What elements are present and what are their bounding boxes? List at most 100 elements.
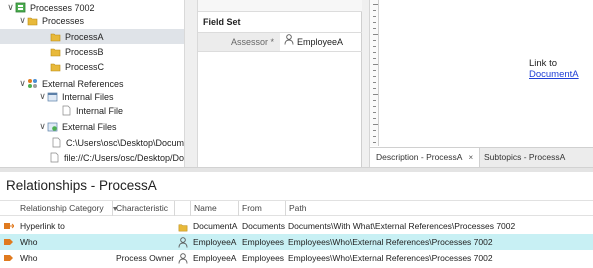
ruler-tick (373, 52, 376, 53)
ruler-tick (373, 34, 378, 35)
who-icon (4, 238, 14, 248)
table-row[interactable]: Who EmployeeA Employees Employees\Who\Ex… (0, 234, 593, 250)
tree-node-label: ProcessB (65, 46, 104, 57)
file-icon (49, 152, 60, 163)
navigation-tree: ∨ Processes 7002 ∨ Processes ProcessA Pr… (0, 0, 184, 167)
close-icon[interactable]: × (468, 153, 473, 162)
field-set-panel: Field Set Assessor * EmployeeA (198, 0, 362, 167)
tree-node-label: Processes 7002 (30, 2, 95, 13)
ruler-tick (373, 142, 376, 143)
category-cell: Who (20, 237, 38, 247)
description-panel: Link to DocumentA Description - ProcessA… (370, 0, 593, 167)
tab-label: Subtopics - ProcessA (484, 152, 566, 162)
process-model-icon (15, 2, 26, 13)
field-set-title: Field Set (203, 17, 241, 27)
ruler-tick (373, 58, 376, 59)
external-files-icon (47, 121, 58, 132)
tree-scrollbar[interactable] (184, 0, 198, 167)
chevron-down-icon[interactable]: ∨ (38, 121, 47, 132)
tree-node-internal-file[interactable]: Internal File (0, 103, 184, 118)
ruler-tick (373, 70, 376, 71)
link-prefix: Link to (529, 58, 557, 69)
table-row[interactable]: Who Process Owner EmployeeA Employees Em… (0, 250, 593, 266)
column-header-characteristic[interactable]: Characteristic (112, 201, 174, 216)
description-editor[interactable]: Link to DocumentA (384, 0, 593, 146)
tree-node-processes[interactable]: ∨ Processes (0, 13, 184, 28)
ruler-tick (373, 10, 376, 11)
ruler-tick (373, 136, 376, 137)
name-cell: DocumentA (193, 221, 238, 231)
tree-node-label: External Files (62, 121, 117, 132)
column-header-path[interactable]: Path (285, 201, 593, 216)
column-header-icon[interactable] (174, 201, 190, 216)
name-cell: EmployeeA (193, 237, 237, 247)
from-cell: Documents (242, 221, 285, 231)
name-cell: EmployeeA (193, 253, 237, 263)
external-references-icon (27, 78, 38, 89)
ruler-tick (373, 76, 376, 77)
tree-node-external-file-1[interactable]: C:\Users\osc\Desktop\Docum (0, 135, 184, 150)
person-icon (178, 250, 191, 266)
ruler-tick (373, 28, 376, 29)
ruler-tick (373, 94, 378, 95)
field-set-toolbar (198, 0, 362, 12)
vertical-ruler (370, 0, 379, 146)
tree-node-label: ProcessA (65, 31, 104, 42)
column-label: Name (194, 203, 217, 213)
column-header-from[interactable]: From (238, 201, 285, 216)
column-label: Relationship Category (20, 203, 104, 213)
tree-node-label: Internal Files (62, 91, 114, 102)
ruler-tick (373, 88, 376, 89)
column-header-name[interactable]: Name (190, 201, 238, 216)
path-cell: Employees\Who\External References\Proces… (288, 237, 493, 247)
column-header-category[interactable]: Relationship Category ▼ (17, 201, 119, 216)
hyperlink-icon (4, 222, 15, 232)
folder-icon (27, 15, 38, 26)
assessor-field[interactable]: EmployeeA (284, 33, 343, 51)
ruler-tick (373, 106, 376, 107)
relationships-title: Relationships - ProcessA (6, 178, 157, 193)
person-icon (178, 234, 191, 250)
chevron-down-icon[interactable]: ∨ (6, 2, 15, 13)
tree-node-external-file-2[interactable]: file://C:/Users/osc/Desktop/Do (0, 150, 184, 165)
chevron-down-icon[interactable]: ∨ (38, 91, 47, 102)
tree-node-label: External References (42, 78, 124, 89)
ruler-tick (373, 22, 376, 23)
panel-splitter[interactable] (362, 0, 370, 167)
tab-description[interactable]: Description - ProcessA × (370, 148, 481, 167)
description-tab-bar: Description - ProcessA × Subtopics - Proc… (370, 147, 593, 167)
documenta-link[interactable]: DocumentA (529, 69, 579, 80)
internal-files-icon (47, 91, 58, 102)
ruler-tick (373, 16, 376, 17)
file-icon (51, 137, 62, 148)
tree-node-label: Processes (42, 15, 85, 26)
table-row[interactable]: Hyperlink to DocumentA Documents Documen… (0, 218, 593, 234)
tree-node-label: Internal File (76, 105, 124, 116)
tab-subtopics[interactable]: Subtopics - ProcessA (478, 148, 571, 167)
ruler-tick (373, 118, 376, 119)
tree-node-processa[interactable]: ProcessA (0, 29, 184, 44)
tree-node-internal-files[interactable]: ∨ Internal Files (0, 89, 184, 104)
column-label: Characteristic (116, 203, 168, 213)
tree-node-processc[interactable]: ProcessC (0, 59, 184, 74)
assessor-label: Assessor * (198, 33, 280, 51)
category-cell: Who (20, 253, 38, 263)
file-icon (61, 105, 72, 116)
path-cell: Employees\Who\External References\Proces… (288, 253, 493, 263)
ruler-tick (373, 64, 378, 65)
assessor-value: EmployeeA (297, 37, 344, 47)
folder-icon (50, 31, 61, 42)
chevron-down-icon[interactable]: ∨ (18, 15, 27, 26)
folder-icon (178, 218, 191, 234)
ruler-tick (373, 82, 376, 83)
ruler-tick (373, 46, 376, 47)
tab-label: Description - ProcessA (376, 152, 463, 162)
chevron-down-icon[interactable]: ∨ (18, 78, 27, 89)
horizontal-splitter[interactable] (0, 167, 593, 172)
tree-node-label: file://C:/Users/osc/Desktop/Do (63, 152, 184, 163)
tree-node-label: ProcessC (65, 61, 105, 72)
ruler-tick (373, 40, 376, 41)
ruler-tick (373, 112, 376, 113)
tree-node-external-files[interactable]: ∨ External Files (0, 119, 184, 134)
tree-node-processb[interactable]: ProcessB (0, 44, 184, 59)
